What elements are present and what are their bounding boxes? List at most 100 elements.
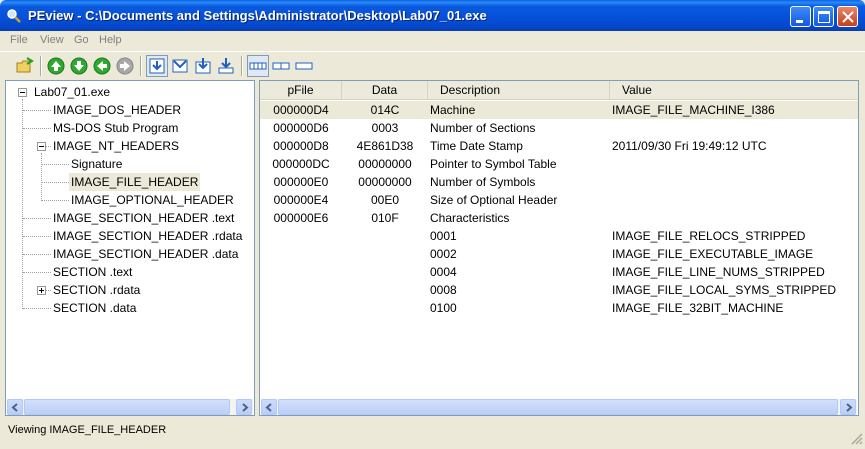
tree-item-signature[interactable]: Signature (69, 155, 124, 173)
table-row[interactable]: 000000E0 00000000 Number of Symbols (260, 173, 858, 191)
chevron-right-icon (846, 403, 853, 412)
menu-help[interactable]: Help (99, 34, 122, 46)
resize-grip-icon[interactable] (851, 433, 863, 445)
cell-data (342, 263, 428, 281)
chevron-left-icon (265, 403, 272, 412)
table-row[interactable]: 000000D8 4E861D38 Time Date Stamp 2011/09/3… (260, 137, 858, 155)
tree-item-dos-stub[interactable]: MS-DOS Stub Program (51, 119, 180, 137)
toolbar-separator (241, 56, 243, 76)
title-bar: PEview - C:\Documents and Settings\Admin… (0, 0, 865, 31)
column-header-pfile[interactable]: pFile (260, 81, 342, 99)
table-row[interactable]: 000000E6 010F Characteristics (260, 209, 858, 227)
tree-item-section-header-text[interactable]: IMAGE_SECTION_HEADER .text (51, 209, 236, 227)
table-row[interactable]: 000000DC 00000000 Pointer to Symbol Table (260, 155, 858, 173)
view-byte-icon[interactable] (247, 55, 269, 77)
tree-line (42, 164, 69, 165)
cell-pfile (260, 227, 342, 245)
cell-data: 4E861D38 (356, 139, 414, 153)
cell-data (342, 299, 428, 317)
cell-pfile: 000000D8 (273, 139, 329, 153)
maximize-button[interactable] (813, 6, 834, 27)
table-row[interactable]: 0001 IMAGE_FILE_RELOCS_STRIPPED (260, 227, 858, 245)
tree-horizontal-scrollbar[interactable] (7, 399, 253, 415)
menu-bar: File View Go Help (0, 31, 865, 51)
view-dword-icon[interactable] (293, 55, 315, 77)
scroll-right-button[interactable] (840, 399, 856, 415)
cell-value (610, 119, 858, 137)
cell-data: 00000000 (358, 157, 412, 171)
table-row[interactable]: 0002 IMAGE_FILE_EXECUTABLE_IMAGE (260, 245, 858, 263)
chevron-right-icon (242, 403, 249, 412)
tree-line (23, 128, 51, 129)
cell-description: Machine (430, 103, 476, 117)
menu-go[interactable]: Go (74, 34, 89, 46)
collapse-nt-headers-icon[interactable] (37, 142, 46, 151)
cell-value: IMAGE_FILE_32BIT_MACHINE (612, 301, 784, 315)
collapse-root-icon[interactable] (18, 88, 27, 97)
cell-description: Time Date Stamp (430, 139, 523, 153)
column-header-data[interactable]: Data (342, 81, 428, 99)
go-down-icon[interactable] (68, 55, 90, 77)
tree-line (23, 236, 51, 237)
forward-icon[interactable] (114, 55, 136, 77)
cell-data: 00000000 (358, 175, 412, 189)
cell-value: IMAGE_FILE_MACHINE_I386 (612, 103, 775, 117)
tree-item-section-data[interactable]: SECTION .data (51, 299, 138, 317)
cell-description: Pointer to Symbol Table (430, 157, 557, 171)
column-header-description[interactable]: Description (428, 81, 610, 99)
scroll-thumb[interactable] (24, 399, 230, 415)
tree-item-dos-header[interactable]: IMAGE_DOS_HEADER (51, 101, 183, 119)
maximize-icon (818, 11, 830, 23)
cell-description: 0004 (430, 265, 457, 279)
view-word-icon[interactable] (270, 55, 292, 77)
tree-item-nt-headers[interactable]: IMAGE_NT_HEADERS (51, 137, 181, 155)
table-row[interactable]: 000000D4 014C Machine IMAGE_FILE_MACHINE_I3… (260, 101, 858, 119)
list-header: pFile Data Description Value (260, 81, 858, 100)
scroll-left-button[interactable] (261, 399, 277, 415)
close-button[interactable] (837, 6, 858, 27)
magnifier-app-icon (7, 9, 21, 23)
table-row[interactable]: 0008 IMAGE_FILE_LOCAL_SYMS_STRIPPED (260, 281, 858, 299)
tree-view[interactable]: Lab07_01.exe IMAGE_DOS_HEADER MS-DOS Stu… (5, 80, 255, 416)
cell-description: Number of Symbols (430, 175, 536, 189)
cell-data: 0003 (371, 121, 399, 135)
tree-item-section-text[interactable]: SECTION .text (51, 263, 134, 281)
table-row[interactable]: 0100 IMAGE_FILE_32BIT_MACHINE (260, 299, 858, 317)
cell-pfile (260, 281, 342, 299)
table-row[interactable]: 000000D6 0003 Number of Sections (260, 119, 858, 137)
open-folder-icon[interactable] (14, 55, 36, 77)
minimize-button[interactable] (790, 6, 811, 27)
table-row[interactable]: 000000E4 00E0 Size of Optional Header (260, 191, 858, 209)
tree-line (23, 254, 51, 255)
menu-file[interactable]: File (10, 34, 28, 46)
menu-view[interactable]: View (40, 34, 64, 46)
status-text: Viewing IMAGE_FILE_HEADER (8, 424, 167, 436)
tree-item-file-header[interactable]: IMAGE_FILE_HEADER (69, 173, 201, 191)
expand-section-rdata-icon[interactable] (37, 286, 46, 295)
cell-data (342, 227, 428, 245)
go-up-icon[interactable] (45, 55, 67, 77)
scroll-right-button[interactable] (236, 399, 252, 415)
cell-data: 00E0 (370, 193, 400, 207)
scroll-thumb[interactable] (278, 399, 838, 415)
tree-item-root[interactable]: Lab07_01.exe (32, 83, 112, 101)
view-down-icon[interactable] (192, 55, 214, 77)
back-icon[interactable] (91, 55, 113, 77)
view-open-icon[interactable] (169, 55, 191, 77)
tree-item-optional-header[interactable]: IMAGE_OPTIONAL_HEADER (69, 191, 236, 209)
table-row[interactable]: 0004 IMAGE_FILE_LINE_NUMS_STRIPPED (260, 263, 858, 281)
column-header-value[interactable]: Value (610, 81, 858, 99)
cell-pfile (260, 245, 342, 263)
view-toggle-icon[interactable] (146, 55, 168, 77)
list-horizontal-scrollbar[interactable] (261, 399, 857, 415)
view-down-alt-icon[interactable] (215, 55, 237, 77)
scroll-left-button[interactable] (7, 399, 23, 415)
cell-value (610, 191, 858, 209)
tree-line (42, 200, 69, 201)
cell-data (342, 281, 428, 299)
detail-list-view[interactable]: pFile Data Description Value 000000D4 014… (259, 80, 859, 416)
tree-item-section-rdata[interactable]: SECTION .rdata (51, 281, 142, 299)
tree-item-section-header-rdata[interactable]: IMAGE_SECTION_HEADER .rdata (51, 227, 244, 245)
tree-item-section-header-data[interactable]: IMAGE_SECTION_HEADER .data (51, 245, 240, 263)
cell-description: 0002 (430, 247, 457, 261)
